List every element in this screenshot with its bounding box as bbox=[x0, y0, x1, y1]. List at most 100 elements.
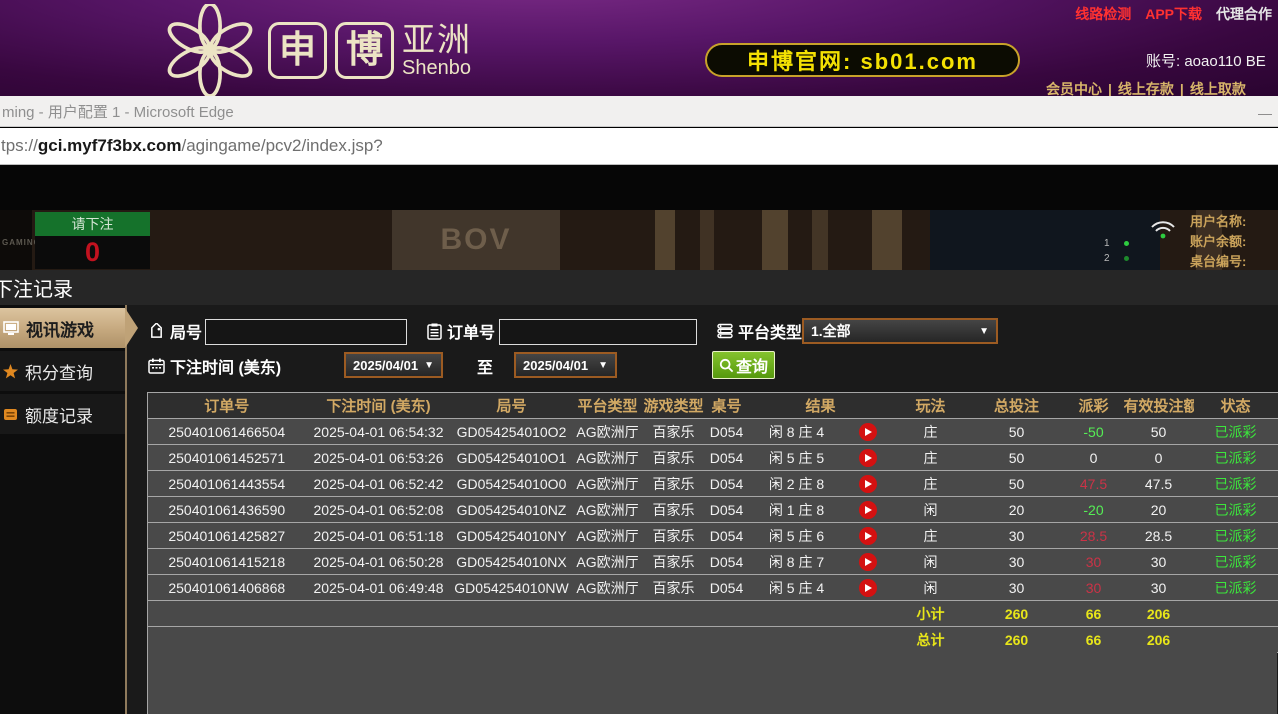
play-video-button[interactable] bbox=[859, 553, 877, 571]
bet-time-label-group: 下注时间 (美东) bbox=[148, 354, 281, 378]
sidebar-item-label: 额度记录 bbox=[25, 402, 93, 427]
cell-total-bet: 50 bbox=[970, 445, 1064, 471]
cell-game: 百家乐 bbox=[644, 497, 704, 523]
link-member-center[interactable]: 会员中心 bbox=[1046, 81, 1102, 97]
clipboard-icon bbox=[427, 323, 442, 340]
platform-type-label-group: 平台类型 bbox=[717, 319, 802, 343]
cell-time: 2025-04-01 06:49:48 bbox=[306, 575, 452, 601]
subtotal-row: 小计 260 66 206 bbox=[148, 601, 1278, 627]
col-platform: 平台类型 bbox=[572, 393, 644, 419]
play-video-button[interactable] bbox=[859, 423, 877, 441]
cell-round: GD054254010NW bbox=[452, 575, 572, 601]
content-area: 视讯游戏 积分查询 额度记录 bbox=[0, 305, 1278, 714]
monitor-icon bbox=[3, 321, 19, 336]
cell-game: 百家乐 bbox=[644, 471, 704, 497]
col-result: 结果 bbox=[750, 393, 892, 419]
cell-game: 百家乐 bbox=[644, 445, 704, 471]
table-row: 2504010614152182025-04-01 06:50:28GD0542… bbox=[148, 549, 1278, 575]
round-number-input[interactable] bbox=[205, 319, 407, 345]
play-icon bbox=[865, 532, 872, 540]
cell-video bbox=[844, 471, 892, 497]
link-agent[interactable]: 代理合作 bbox=[1216, 4, 1272, 24]
bet-countdown-box: 请下注 0 bbox=[35, 212, 150, 269]
balance-label: 账户余额: bbox=[1190, 232, 1278, 252]
col-table-no: 桌号 bbox=[704, 393, 750, 419]
sidebar-item-label: 积分查询 bbox=[25, 359, 93, 384]
list-icon bbox=[717, 323, 733, 339]
star-icon bbox=[3, 364, 18, 379]
table-row: 2504010614435542025-04-01 06:52:42GD0542… bbox=[148, 471, 1278, 497]
sidebar-item-label: 视讯游戏 bbox=[26, 316, 94, 341]
play-icon bbox=[865, 506, 872, 514]
cell-order: 250401061425827 bbox=[148, 523, 306, 549]
col-game: 游戏类型 bbox=[644, 393, 704, 419]
cell-time: 2025-04-01 06:51:18 bbox=[306, 523, 452, 549]
cell-total-bet: 30 bbox=[970, 575, 1064, 601]
link-withdraw[interactable]: 线上取款 bbox=[1190, 81, 1246, 97]
url-path: /agingame/pcv2/index.jsp? bbox=[181, 136, 382, 156]
subtotal-payout: 66 bbox=[1064, 601, 1124, 627]
cell-order: 250401061452571 bbox=[148, 445, 306, 471]
cell-table-no: D054 bbox=[704, 549, 750, 575]
url-bar[interactable]: tps://gci.myf7f3bx.com/agingame/pcv2/ind… bbox=[0, 128, 1278, 165]
page-title: 下注记录 bbox=[0, 273, 73, 302]
link-app-download[interactable]: APP下载 bbox=[1145, 4, 1202, 24]
cell-payout: -20 bbox=[1064, 497, 1124, 523]
cell-payout: 30 bbox=[1064, 549, 1124, 575]
col-round: 局号 bbox=[452, 393, 572, 419]
link-line-check[interactable]: 线路检测 bbox=[1075, 4, 1131, 24]
cell-payout: 30 bbox=[1064, 575, 1124, 601]
play-video-button[interactable] bbox=[859, 579, 877, 597]
cell-valid-bet: 0 bbox=[1124, 445, 1194, 471]
order-number-label-group: 订单号 bbox=[427, 319, 495, 343]
cell-result: 闲 2 庄 8 bbox=[750, 471, 844, 497]
order-number-input[interactable] bbox=[499, 319, 697, 345]
col-time: 下注时间 (美东) bbox=[306, 393, 452, 419]
logo-char-1: 申 bbox=[268, 22, 327, 79]
play-video-button[interactable] bbox=[859, 527, 877, 545]
play-video-button[interactable] bbox=[859, 475, 877, 493]
cell-status: 已派彩 bbox=[1194, 445, 1278, 471]
cell-result: 闲 8 庄 7 bbox=[750, 549, 844, 575]
account-label: 账号: bbox=[1146, 53, 1180, 70]
table-row: 2504010614258272025-04-01 06:51:18GD0542… bbox=[148, 523, 1278, 549]
cell-table-no: D054 bbox=[704, 575, 750, 601]
cell-platform: AG欧洲厅 bbox=[572, 419, 644, 445]
link-deposit[interactable]: 线上存款 bbox=[1118, 81, 1174, 97]
subtotal-label: 小计 bbox=[892, 601, 970, 627]
cell-round: GD054254010NZ bbox=[452, 497, 572, 523]
cell-round: GD054254010NX bbox=[452, 549, 572, 575]
cell-round: GD054254010O1 bbox=[452, 445, 572, 471]
bet-prompt: 请下注 bbox=[35, 212, 150, 236]
cell-platform: AG欧洲厅 bbox=[572, 523, 644, 549]
cell-round: GD054254010NY bbox=[452, 523, 572, 549]
sidebar-item-credit-records[interactable]: 额度记录 bbox=[0, 394, 125, 434]
search-button[interactable]: 查询 bbox=[712, 351, 775, 379]
date-to-select[interactable]: 2025/04/01 ▼ bbox=[514, 352, 617, 378]
cell-result: 闲 5 庄 5 bbox=[750, 445, 844, 471]
play-video-button[interactable] bbox=[859, 449, 877, 467]
cell-video bbox=[844, 445, 892, 471]
cell-game: 百家乐 bbox=[644, 523, 704, 549]
account-info: 账号: aoao110 BE bbox=[1146, 50, 1266, 71]
cell-valid-bet: 30 bbox=[1124, 549, 1194, 575]
date-from-select[interactable]: 2025/04/01 ▼ bbox=[344, 352, 443, 378]
official-site-badge: 申博官网: sb01.com bbox=[705, 43, 1020, 77]
cell-video bbox=[844, 575, 892, 601]
cell-platform: AG欧洲厅 bbox=[572, 497, 644, 523]
sidebar-item-video-games[interactable]: 视讯游戏 bbox=[0, 308, 125, 348]
logo-region-cn: 亚洲 bbox=[402, 23, 472, 56]
sidebar-item-points-query[interactable]: 积分查询 bbox=[0, 351, 125, 391]
col-status: 状态 bbox=[1194, 393, 1278, 419]
platform-type-select[interactable]: 1.全部 ▼ bbox=[802, 318, 998, 344]
cell-valid-bet: 47.5 bbox=[1124, 471, 1194, 497]
player-info: 用户名称: 账户余额: 桌台编号: bbox=[1190, 212, 1278, 270]
cell-platform: AG欧洲厅 bbox=[572, 445, 644, 471]
play-video-button[interactable] bbox=[859, 501, 877, 519]
cell-order: 250401061415218 bbox=[148, 549, 306, 575]
calendar-icon bbox=[148, 358, 165, 374]
cell-play-type: 闲 bbox=[892, 549, 970, 575]
play-icon bbox=[865, 558, 872, 566]
cell-play-type: 闲 bbox=[892, 497, 970, 523]
minimize-button[interactable]: — bbox=[1258, 105, 1272, 121]
